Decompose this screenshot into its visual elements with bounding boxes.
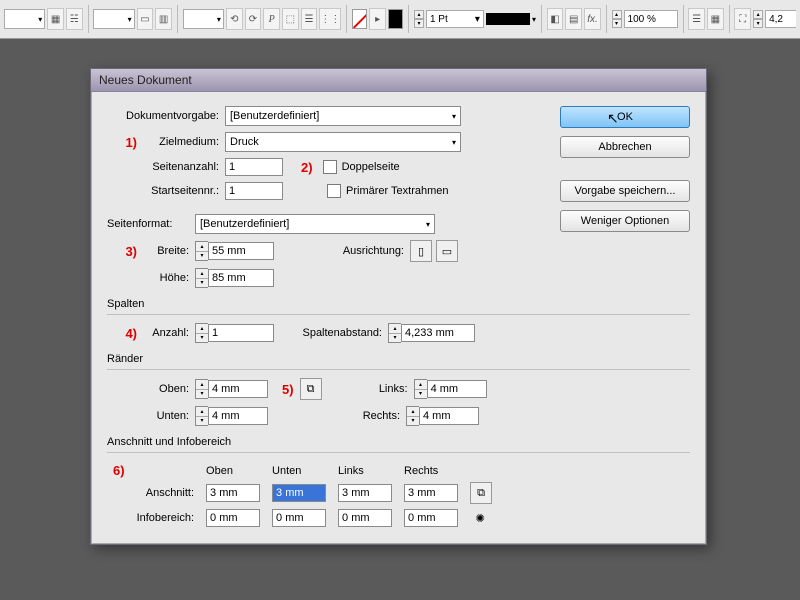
annotation-3: 3) bbox=[107, 244, 137, 259]
rand-links-label: Links: bbox=[322, 383, 414, 395]
ausrichtung-label: Ausrichtung: bbox=[274, 245, 410, 257]
rand-rechts-input[interactable]: ▴▾ 4 mm bbox=[406, 406, 479, 426]
toolbar-number-value: 4,2 bbox=[769, 14, 783, 25]
seitenanzahl-input[interactable]: 1 bbox=[225, 158, 283, 176]
save-preset-button[interactable]: Vorgabe speichern... bbox=[560, 180, 690, 202]
breite-label: Breite: bbox=[137, 245, 195, 257]
spaltenabstand-label: Spaltenabstand: bbox=[274, 327, 388, 339]
seitenanzahl-label: Seitenanzahl: bbox=[107, 161, 225, 173]
seitenformat-combo[interactable]: [Benutzerdefiniert]▾ bbox=[195, 214, 435, 234]
annotation-5: 5) bbox=[282, 382, 294, 397]
stroke-style-preview[interactable] bbox=[486, 13, 530, 25]
annotation-2: 2) bbox=[301, 160, 313, 175]
fx-icon[interactable]: fx. bbox=[584, 8, 601, 30]
startseitennr-input[interactable]: 1 bbox=[225, 182, 283, 200]
orientation-portrait-icon[interactable]: ▯ bbox=[410, 240, 432, 262]
seitenformat-label: Seitenformat: bbox=[107, 218, 195, 230]
toolbar-btn[interactable]: ▦ bbox=[707, 8, 724, 30]
app-toolbar: ▾ ▦ ☵ ▾ ▭ ▥ ▾ ⟲ ⟳ P ⬚ ☰ ⋮⋮ ▸ ▴▾ 1 Pt▾ ▾ … bbox=[0, 0, 800, 39]
col-rechts: Rechts bbox=[398, 461, 464, 480]
hoehe-input[interactable]: ▴▾ 85 mm bbox=[195, 268, 274, 288]
zoom-control[interactable]: ▴▾ 100 % bbox=[612, 10, 678, 28]
hoehe-label: Höhe: bbox=[137, 272, 195, 284]
col-links: Links bbox=[332, 461, 398, 480]
fill-black-icon[interactable] bbox=[388, 9, 403, 29]
info-oben-input[interactable]: 0 mm bbox=[206, 509, 260, 527]
zielmedium-combo[interactable]: Druck▾ bbox=[225, 132, 461, 152]
startseitennr-label: Startseitennr.: bbox=[107, 185, 225, 197]
rand-oben-input[interactable]: ▴▾ 4 mm bbox=[195, 379, 268, 399]
annotation-1: 1) bbox=[107, 135, 137, 150]
toolbar-btn[interactable]: ⟳ bbox=[245, 8, 262, 30]
annotation-6: 6) bbox=[113, 463, 125, 478]
spaltenabstand-input[interactable]: ▴▾ 4,233 mm bbox=[388, 323, 475, 343]
primaerer-textrahmen-checkbox[interactable]: Primärer Textrahmen bbox=[327, 184, 449, 198]
annotation-4: 4) bbox=[107, 326, 137, 341]
stroke-weight-value: 1 Pt bbox=[430, 14, 448, 25]
anschnitt-oben-input[interactable]: 3 mm bbox=[206, 484, 260, 502]
fewer-options-button[interactable]: Weniger Optionen bbox=[560, 210, 690, 232]
bleed-table: 6) Oben Unten Links Rechts Anschnitt: 3 … bbox=[107, 461, 498, 530]
spalten-anzahl-input[interactable]: ▴▾ 1 bbox=[195, 323, 274, 343]
anschnitt-rechts-input[interactable]: 3 mm bbox=[404, 484, 458, 502]
cancel-button[interactable]: Abbrechen bbox=[560, 136, 690, 158]
breite-input[interactable]: ▴▾ 55 mm bbox=[195, 241, 274, 261]
dokumentvorgabe-combo[interactable]: [Benutzerdefiniert]▾ bbox=[225, 106, 461, 126]
toolbar-combo[interactable]: ▾ bbox=[183, 9, 224, 29]
info-links-input[interactable]: 0 mm bbox=[338, 509, 392, 527]
toolbar-btn[interactable]: ▥ bbox=[155, 8, 172, 30]
rand-oben-label: Oben: bbox=[107, 383, 195, 395]
doppelseite-checkbox[interactable]: Doppelseite bbox=[323, 160, 400, 174]
spalten-heading: Spalten bbox=[107, 298, 690, 310]
toolbar-btn[interactable]: ▭ bbox=[137, 8, 154, 30]
info-rechts-input[interactable]: 0 mm bbox=[404, 509, 458, 527]
info-unten-input[interactable]: 0 mm bbox=[272, 509, 326, 527]
toolbar-btn[interactable]: ⋮⋮ bbox=[319, 8, 341, 30]
orientation-landscape-icon[interactable]: ▭ bbox=[436, 240, 458, 262]
toolbar-btn[interactable]: ▦ bbox=[47, 8, 64, 30]
dialog-title: Neues Dokument bbox=[99, 73, 192, 87]
link-margins-icon[interactable]: ⧉ bbox=[300, 378, 322, 400]
rand-unten-input[interactable]: ▴▾ 4 mm bbox=[195, 406, 268, 426]
toolbar-combo[interactable]: ▾ bbox=[93, 9, 134, 29]
rand-rechts-label: Rechts: bbox=[314, 410, 406, 422]
raender-heading: Ränder bbox=[107, 353, 690, 365]
toolbar-btn[interactable]: ⬚ bbox=[282, 8, 299, 30]
anschnitt-unten-input[interactable]: 3 mm bbox=[272, 484, 326, 502]
new-document-dialog: Neues Dokument OK Abbrechen Vorgabe spei… bbox=[90, 68, 707, 545]
toolbar-btn[interactable]: ⟲ bbox=[226, 8, 243, 30]
slug-preview-icon[interactable]: ✺ bbox=[470, 508, 490, 528]
zoom-value: 100 % bbox=[628, 14, 656, 25]
arrow-icon[interactable]: ▸ bbox=[369, 8, 386, 30]
col-oben: Oben bbox=[200, 461, 266, 480]
col-unten: Unten bbox=[266, 461, 332, 480]
toolbar-btn[interactable]: ☰ bbox=[301, 8, 318, 30]
dokumentvorgabe-label: Dokumentvorgabe: bbox=[107, 110, 225, 122]
link-bleed-icon[interactable]: ⧉ bbox=[470, 482, 492, 504]
anschnitt-info-heading: Anschnitt und Infobereich bbox=[107, 436, 690, 448]
toolbar-btn[interactable]: ☵ bbox=[66, 8, 83, 30]
dialog-titlebar: Neues Dokument bbox=[91, 69, 706, 92]
anschnitt-label: Anschnitt: bbox=[131, 480, 200, 506]
fill-none-icon[interactable] bbox=[352, 9, 367, 29]
toolbar-btn[interactable]: ◧ bbox=[547, 8, 564, 30]
paragraph-icon[interactable]: P bbox=[263, 8, 280, 30]
spalten-anzahl-label: Anzahl: bbox=[137, 327, 195, 339]
infobereich-label: Infobereich: bbox=[131, 506, 200, 530]
toolbar-number[interactable]: ▴▾ 4,2 bbox=[753, 10, 796, 28]
ok-button[interactable]: OK bbox=[560, 106, 690, 128]
toolbar-combo[interactable]: ▾ bbox=[4, 9, 45, 29]
toolbar-btn[interactable]: ☰ bbox=[688, 8, 705, 30]
rand-links-input[interactable]: ▴▾ 4 mm bbox=[414, 379, 487, 399]
toolbar-btn[interactable]: ▤ bbox=[565, 8, 582, 30]
cursor-icon: ↖ bbox=[607, 110, 619, 127]
stroke-weight-control[interactable]: ▴▾ 1 Pt▾ bbox=[414, 10, 484, 28]
rand-unten-label: Unten: bbox=[107, 410, 195, 422]
anschnitt-links-input[interactable]: 3 mm bbox=[338, 484, 392, 502]
zielmedium-label: Zielmedium: bbox=[137, 136, 225, 148]
toolbar-btn[interactable]: ⛶ bbox=[734, 8, 751, 30]
